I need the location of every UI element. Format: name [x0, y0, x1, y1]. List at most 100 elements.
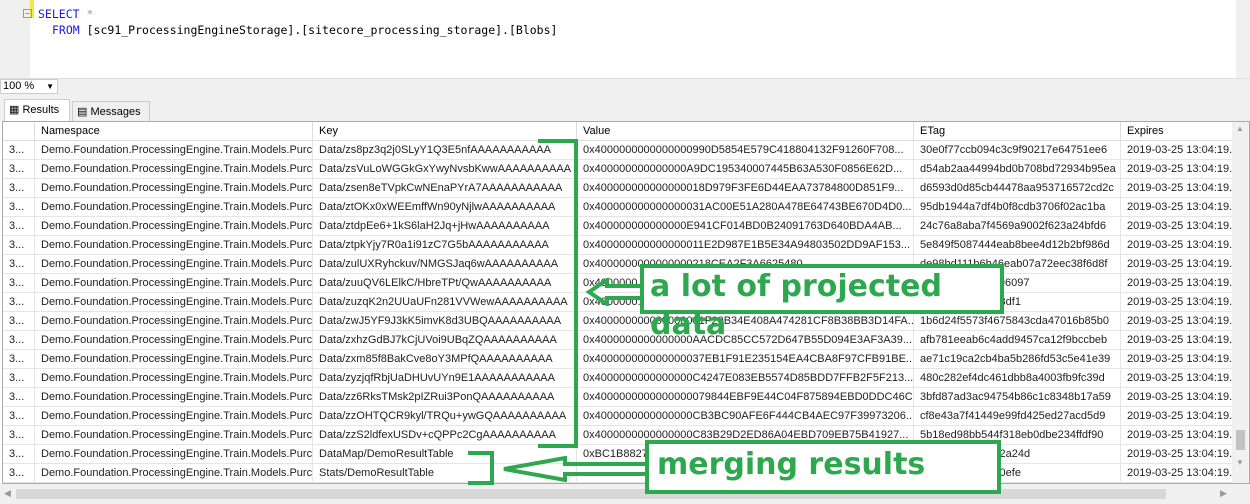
cell-row-number[interactable]: 3...	[3, 426, 35, 445]
table-row[interactable]: 3... Demo.Foundation.ProcessingEngine.Tra…	[3, 236, 1233, 255]
cell-value[interactable]: 0x400000000000000001F20B34E408A474281CF8…	[577, 312, 914, 331]
table-row[interactable]: 3... Demo.Foundation.ProcessingEngine.Tra…	[3, 179, 1233, 198]
cell-row-number[interactable]: 3...	[3, 141, 35, 160]
column-header-etag[interactable]: ETag	[914, 122, 1121, 141]
cell-key[interactable]: Data/zzS2ldfexUSDv+cQPPc2CgAAAAAAAAAA	[313, 426, 577, 445]
cell-key[interactable]: Data/zulUXRyhckuv/NMGSJaq6wAAAAAAAAAA	[313, 255, 577, 274]
cell-namespace[interactable]: Demo.Foundation.ProcessingEngine.Train.M…	[35, 141, 313, 160]
cell-key[interactable]: Data/ztpkYjy7R0a1i91zC7G5bAAAAAAAAAAA	[313, 236, 577, 255]
cell-key[interactable]: Data/zuuQV6LElkC/HbreTPt/QwAAAAAAAAAA	[313, 274, 577, 293]
cell-expires[interactable]: 2019-03-25 13:04:19.6	[1121, 274, 1233, 293]
table-row[interactable]: 3... Demo.Foundation.ProcessingEngine.Tra…	[3, 255, 1233, 274]
cell-namespace[interactable]: Demo.Foundation.ProcessingEngine.Train.M…	[35, 407, 313, 426]
cell-key[interactable]: Data/zuzqK2n2UUaUFn281VVWewAAAAAAAAAA	[313, 293, 577, 312]
cell-key[interactable]: Data/zwJ5YF9J3kK5imvK8d3UBQAAAAAAAAAA	[313, 312, 577, 331]
cell-namespace[interactable]: Demo.Foundation.ProcessingEngine.Train.M…	[35, 198, 313, 217]
cell-expires[interactable]: 2019-03-25 13:04:19.8	[1121, 350, 1233, 369]
cell-key[interactable]: Data/zz6RksTMsk2pIZRui3PonQAAAAAAAAAA	[313, 388, 577, 407]
cell-key[interactable]: Data/zs8pz3q2j0SLyY1Q3E5nfAAAAAAAAAAA	[313, 141, 577, 160]
column-header-value[interactable]: Value	[577, 122, 914, 141]
cell-expires[interactable]: 2019-03-25 13:04:19.8	[1121, 388, 1233, 407]
cell-expires[interactable]: 2019-03-25 13:04:19.5	[1121, 407, 1233, 426]
cell-row-number[interactable]: 3...	[3, 255, 35, 274]
cell-key[interactable]: Data/zyzjqfRbjUaDHUvUYn9E1AAAAAAAAAAA	[313, 369, 577, 388]
cell-key[interactable]: Data/zsVuLoWGGkGxYwyNvsbKwwAAAAAAAAAA	[313, 160, 577, 179]
scroll-down-icon[interactable]: ▼	[1236, 458, 1244, 467]
zoom-select[interactable]: 100 % ▼	[0, 79, 58, 94]
cell-namespace[interactable]: Demo.Foundation.ProcessingEngine.Train.M…	[35, 179, 313, 198]
cell-etag[interactable]: cf8e43a7f41449e99fd425ed27acd5d9	[914, 407, 1121, 426]
cell-etag[interactable]: 30e0f77ccb094c3c9f90217e64751ee6	[914, 141, 1121, 160]
table-row[interactable]: 3... Demo.Foundation.ProcessingEngine.Tra…	[3, 141, 1233, 160]
cell-expires[interactable]: 2019-03-25 13:04:19.8	[1121, 255, 1233, 274]
cell-value[interactable]: 0x400000000000000037EB1F91E235154EA4CBA8…	[577, 350, 914, 369]
cell-value[interactable]: 0x4000000000000000C4247E083EB5574D85BDD7…	[577, 369, 914, 388]
cell-value[interactable]: 0x400000000000000E941CF014BD0B24091763D6…	[577, 217, 914, 236]
cell-etag[interactable]: afb781eeab6c4add9457ca12f9bccbeb	[914, 331, 1121, 350]
cell-expires[interactable]: 2019-03-25 13:04:19.5	[1121, 464, 1233, 483]
table-row[interactable]: 3... Demo.Foundation.ProcessingEngine.Tra…	[3, 312, 1233, 331]
cell-value[interactable]: 0x4000000000000000AACDC85CC572D647B55D09…	[577, 331, 914, 350]
table-row[interactable]: 3... Demo.Foundation.ProcessingEngine.Tra…	[3, 426, 1233, 445]
query-editor[interactable]: − SELECT * FROM [sc91_ProcessingEngineSt…	[0, 0, 1250, 100]
cell-namespace[interactable]: Demo.Foundation.ProcessingEngine.Train.M…	[35, 445, 313, 464]
cell-expires[interactable]: 2019-03-25 13:04:19.7	[1121, 236, 1233, 255]
cell-value[interactable]: 0x400000000000000A9DC195340007445B63A530…	[577, 160, 914, 179]
cell-row-number[interactable]: 3...	[3, 464, 35, 483]
cell-namespace[interactable]: Demo.Foundation.ProcessingEngine.Train.M…	[35, 274, 313, 293]
scroll-thumb[interactable]	[1236, 430, 1245, 450]
cell-expires[interactable]: 2019-03-25 13:04:19.7	[1121, 217, 1233, 236]
cell-row-number[interactable]: 3...	[3, 198, 35, 217]
table-row[interactable]: 3... Demo.Foundation.ProcessingEngine.Tra…	[3, 217, 1233, 236]
cell-namespace[interactable]: Demo.Foundation.ProcessingEngine.Train.M…	[35, 217, 313, 236]
column-header-row-number[interactable]	[3, 122, 35, 141]
cell-namespace[interactable]: Demo.Foundation.ProcessingEngine.Train.M…	[35, 160, 313, 179]
cell-key[interactable]: Data/ztOKx0xWEEmffWn90yNjlwAAAAAAAAAA	[313, 198, 577, 217]
cell-row-number[interactable]: 3...	[3, 445, 35, 464]
cell-etag[interactable]: 95db1944a7df4b0f8cdb3706f02ac1ba	[914, 198, 1121, 217]
cell-etag[interactable]: 3bfd87ad3ac94754b86c1c8348b17a59	[914, 388, 1121, 407]
cell-key[interactable]: Data/zsen8eTVpkCwNEnaPYrA7AAAAAAAAAAA	[313, 179, 577, 198]
scroll-left-icon[interactable]: ◀	[4, 488, 11, 499]
cell-namespace[interactable]: Demo.Foundation.ProcessingEngine.Train.M…	[35, 388, 313, 407]
cell-row-number[interactable]: 3...	[3, 312, 35, 331]
cell-etag[interactable]: 480c282ef4dc461dbb8a4003fb9fc39d	[914, 369, 1121, 388]
tab-results[interactable]: ▦ Results	[4, 99, 70, 121]
cell-namespace[interactable]: Demo.Foundation.ProcessingEngine.Train.M…	[35, 293, 313, 312]
cell-value[interactable]: 0x400000000000000011E2D987E1B5E34A948035…	[577, 236, 914, 255]
cell-expires[interactable]: 2019-03-25 13:04:19.8	[1121, 141, 1233, 160]
cell-namespace[interactable]: Demo.Foundation.ProcessingEngine.Train.M…	[35, 331, 313, 350]
cell-expires[interactable]: 2019-03-25 13:04:19.7	[1121, 426, 1233, 445]
cell-key[interactable]: Data/ztdpEe6+1kS6laH2Jq+jHwAAAAAAAAAA	[313, 217, 577, 236]
cell-value[interactable]: 0x4000000000000000990D5854E579C418804132…	[577, 141, 914, 160]
column-header-expires[interactable]: Expires	[1121, 122, 1233, 141]
cell-row-number[interactable]: 3...	[3, 179, 35, 198]
column-header-namespace[interactable]: Namespace	[35, 122, 313, 141]
cell-key[interactable]: Data/zzOHTQCR9kyl/TRQu+ywGQAAAAAAAAAA	[313, 407, 577, 426]
table-row[interactable]: 3... Demo.Foundation.ProcessingEngine.Tra…	[3, 160, 1233, 179]
cell-expires[interactable]: 2019-03-25 13:04:19.5	[1121, 179, 1233, 198]
cell-etag[interactable]: 24c76a8aba7f4569a9002f623a24bfd6	[914, 217, 1121, 236]
cell-expires[interactable]: 2019-03-25 13:04:19.5	[1121, 293, 1233, 312]
cell-row-number[interactable]: 3...	[3, 388, 35, 407]
cell-expires[interactable]: 2019-03-25 13:04:19.7	[1121, 369, 1233, 388]
scroll-up-icon[interactable]: ▲	[1236, 124, 1244, 133]
scroll-right-icon[interactable]: ▶	[1220, 488, 1227, 499]
cell-namespace[interactable]: Demo.Foundation.ProcessingEngine.Train.M…	[35, 369, 313, 388]
vertical-scrollbar[interactable]: ▲ ▼	[1232, 122, 1249, 483]
cell-namespace[interactable]: Demo.Foundation.ProcessingEngine.Train.M…	[35, 312, 313, 331]
cell-row-number[interactable]: 3...	[3, 331, 35, 350]
tab-messages[interactable]: ▤ Messages	[72, 101, 150, 123]
cell-etag[interactable]: 1b6d24f5573f4675843cda47016b85b0	[914, 312, 1121, 331]
cell-value[interactable]: 0x4000000000000000CB3BC90AFE6F444CB4AEC9…	[577, 407, 914, 426]
cell-etag[interactable]: 5e849f5087444eab8bee4d12b2bf986d	[914, 236, 1121, 255]
cell-row-number[interactable]: 3...	[3, 407, 35, 426]
cell-value[interactable]: 0x400000000000000031AC00E51A280A478E6474…	[577, 198, 914, 217]
table-row[interactable]: 3... Demo.Foundation.ProcessingEngine.Tra…	[3, 350, 1233, 369]
cell-row-number[interactable]: 3...	[3, 160, 35, 179]
table-row[interactable]: 3... Demo.Foundation.ProcessingEngine.Tra…	[3, 388, 1233, 407]
cell-value[interactable]: 0x400000000000000018D979F3FE6D44EAA73784…	[577, 179, 914, 198]
cell-expires[interactable]: 2019-03-25 13:04:19.5	[1121, 198, 1233, 217]
cell-namespace[interactable]: Demo.Foundation.ProcessingEngine.Train.M…	[35, 236, 313, 255]
cell-etag[interactable]: d6593d0d85cb44478aa953716572cd2c	[914, 179, 1121, 198]
